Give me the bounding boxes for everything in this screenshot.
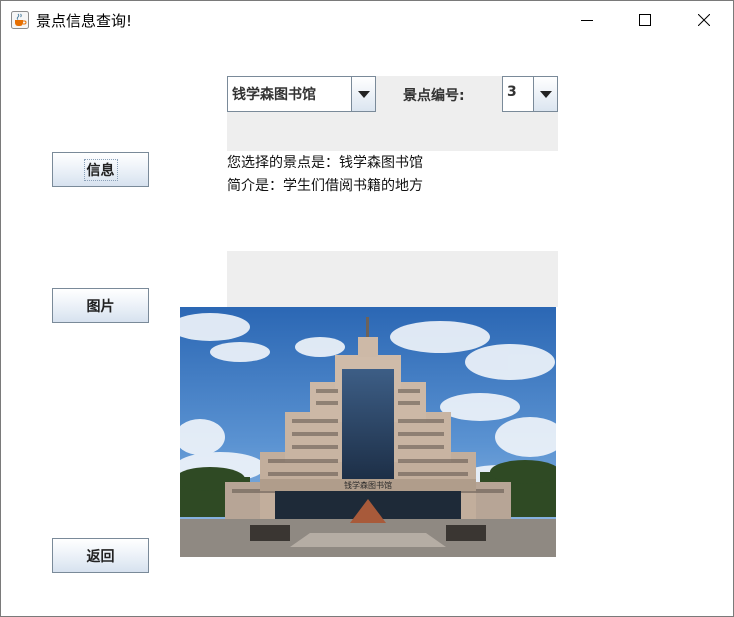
spot-combobox-value: 钱学森图书馆 bbox=[232, 87, 316, 103]
minimize-button[interactable] bbox=[558, 1, 616, 39]
java-cup-icon bbox=[11, 11, 29, 29]
picture-button[interactable]: 图片 bbox=[52, 288, 149, 323]
close-button[interactable] bbox=[675, 1, 733, 39]
info-button-label: 信息 bbox=[83, 158, 118, 181]
maximize-icon bbox=[639, 14, 651, 26]
chevron-down-icon[interactable] bbox=[351, 77, 375, 111]
chevron-down-icon[interactable] bbox=[533, 77, 557, 111]
title-bar: 景点信息查询! bbox=[1, 1, 733, 39]
back-button-label: 返回 bbox=[86, 548, 115, 565]
spot-combobox[interactable]: 钱学森图书馆 bbox=[227, 76, 376, 112]
window-title: 景点信息查询! bbox=[36, 12, 133, 30]
maximize-button[interactable] bbox=[616, 1, 674, 39]
back-button[interactable]: 返回 bbox=[52, 538, 149, 573]
spot-photo: 钱学森图书馆 bbox=[180, 307, 556, 557]
number-label: 景点编号: bbox=[403, 88, 465, 104]
close-icon bbox=[698, 14, 710, 26]
info-button[interactable]: 信息 bbox=[52, 152, 149, 187]
spot-intro-text: 简介是：学生们借阅书籍的地方 bbox=[227, 178, 423, 194]
selected-spot-text: 您选择的景点是：钱学森图书馆 bbox=[227, 155, 423, 171]
number-combobox[interactable]: 3 bbox=[502, 76, 558, 112]
app-window: 景点信息查询! 信息 图片 返回 钱学森图书馆 景点编号: 3 您选择的景点是：… bbox=[0, 0, 734, 617]
number-combobox-value: 3 bbox=[507, 84, 517, 100]
library-sign: 钱学森图书馆 bbox=[344, 480, 392, 490]
image-panel bbox=[227, 251, 558, 307]
minimize-icon bbox=[581, 20, 593, 21]
picture-button-label: 图片 bbox=[86, 298, 115, 315]
